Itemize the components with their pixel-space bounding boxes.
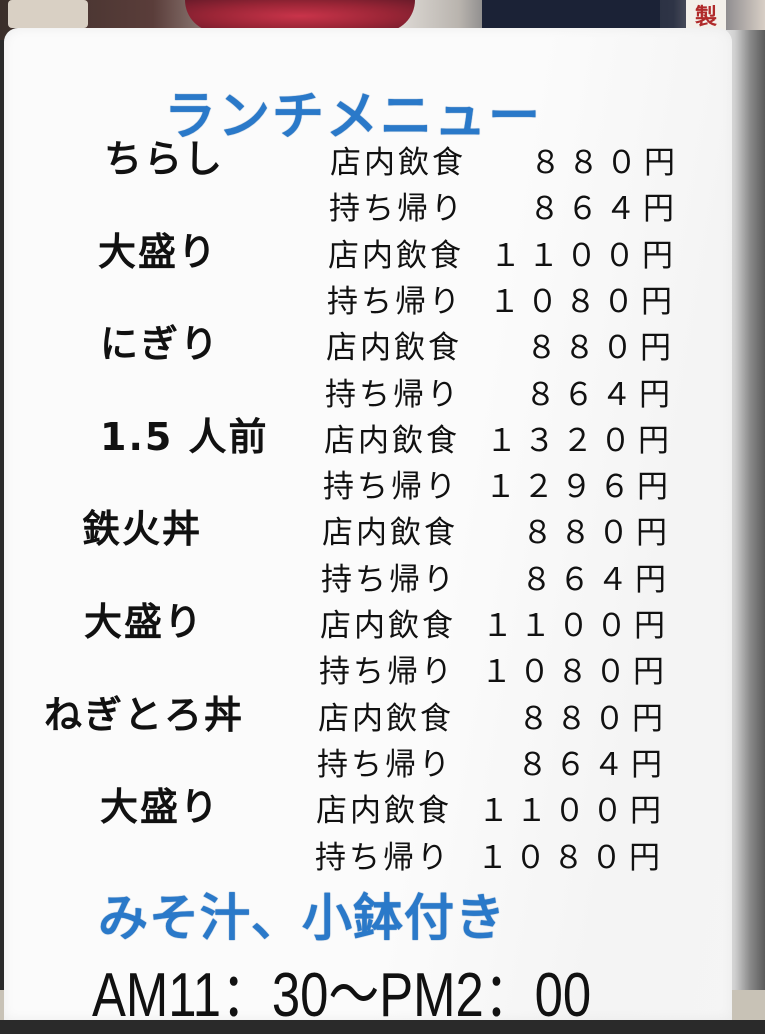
menu-item-price: １０８０円 [489, 283, 679, 320]
menu-item-name: 大盛り [84, 600, 205, 644]
menu-item-price: ８８０円 [522, 515, 674, 552]
menu-item-price: １１００円 [490, 237, 680, 274]
menu-row: 持ち帰り １０８０円 [4, 649, 732, 695]
menu-item-mode: 店内飲食 [328, 237, 464, 274]
menu-item-price: ８８０円 [526, 330, 678, 367]
menu-row: 持ち帰り ８６４円 [4, 372, 732, 418]
menu-item-price: ８８０円 [530, 145, 682, 181]
menu-item-name: 大盛り [100, 785, 221, 830]
lunch-hours: AM11：30～PM2：00 [92, 961, 592, 1030]
menu-item-price: １１００円 [478, 793, 668, 830]
menu-item-price: １０８０円 [477, 839, 667, 876]
menu-row: 1.5 人前 店内飲食 １３２０円 [4, 415, 732, 464]
menu-item-mode: 店内飲食 [324, 422, 460, 459]
menu-row: にぎり 店内飲食 ８８０円 [4, 322, 732, 371]
sushi-photo-left [8, 0, 88, 28]
menu-card: ランチメニュー ちらし 店内飲食 ８８０円 持ち帰り ８６４円 大盛り 店内飲食 １１００円持… [4, 28, 732, 1030]
menu-item-price: １１００円 [482, 608, 672, 644]
menu-item-mode: 店内飲食 [316, 793, 452, 830]
menu-item-price: ８６４円 [517, 746, 669, 783]
menu-item-mode: 店内飲食 [320, 608, 456, 644]
menu-row: ねぎとろ丼 店内飲食 ８８０円 [4, 693, 732, 742]
menu-item-mode: 店内飲食 [318, 700, 454, 737]
menu-row: 大盛り 店内飲食 １１００円 [4, 230, 732, 279]
menu-item-mode: 持ち帰り [327, 283, 463, 320]
menu-item-name: 大盛り [98, 229, 219, 274]
menu-row: 持ち帰り ８６４円 [4, 557, 732, 603]
menu-item-mode: 店内飲食 [330, 145, 466, 181]
menu-item-name: ちらし [104, 137, 225, 181]
menu-item-mode: 持ち帰り [325, 376, 461, 413]
menu-item-name: ねぎとろ丼 [44, 692, 245, 737]
menu-row: ちらし 店内飲食 ８８０円 [4, 137, 732, 186]
side-dish-note: みそ汁、小鉢付き [98, 889, 506, 947]
menu-item-name: 1.5 人前 [100, 414, 269, 459]
menu-item-mode: 持ち帰り [317, 746, 453, 783]
menu-item-price: ８６４円 [525, 376, 677, 413]
menu-title: ランチメニュー [164, 87, 543, 147]
menu-row: 大盛り 店内飲食 １１００円 [4, 785, 732, 834]
menu-row: 鉄火丼 店内飲食 ８８０円 [4, 507, 732, 556]
menu-item-mode: 持ち帰り [315, 839, 451, 876]
menu-item-price: １０８０円 [481, 654, 671, 691]
menu-item-name: 鉄火丼 [82, 507, 203, 552]
menu-row: 持ち帰り ８６４円 [4, 186, 732, 232]
menu-item-name: にぎり [100, 322, 221, 367]
menu-item-price: １２９６円 [485, 469, 675, 506]
menu-row: 持ち帰り １０８０円 [4, 835, 732, 881]
menu-item-price: ８６４円 [521, 561, 673, 598]
menu-row: 大盛り 店内飲食 １１００円 [4, 600, 732, 649]
menu-item-mode: 持ち帰り [319, 654, 455, 691]
menu-item-mode: 店内飲食 [322, 515, 458, 552]
menu-item-mode: 持ち帰り [321, 561, 457, 598]
menu-item-price: ８８０円 [518, 700, 670, 737]
menu-item-price: １３２０円 [486, 422, 676, 459]
menu-row: 持ち帰り １２９６円 [4, 464, 732, 510]
menu-item-price: ８６４円 [529, 191, 681, 228]
menu-item-mode: 持ち帰り [329, 191, 465, 228]
menu-item-mode: 持ち帰り [323, 469, 459, 506]
menu-row: 持ち帰り １０８０円 [4, 279, 732, 325]
menu-row: 持ち帰り ８６４円 [4, 742, 732, 788]
menu-item-mode: 店内飲食 [326, 330, 462, 367]
